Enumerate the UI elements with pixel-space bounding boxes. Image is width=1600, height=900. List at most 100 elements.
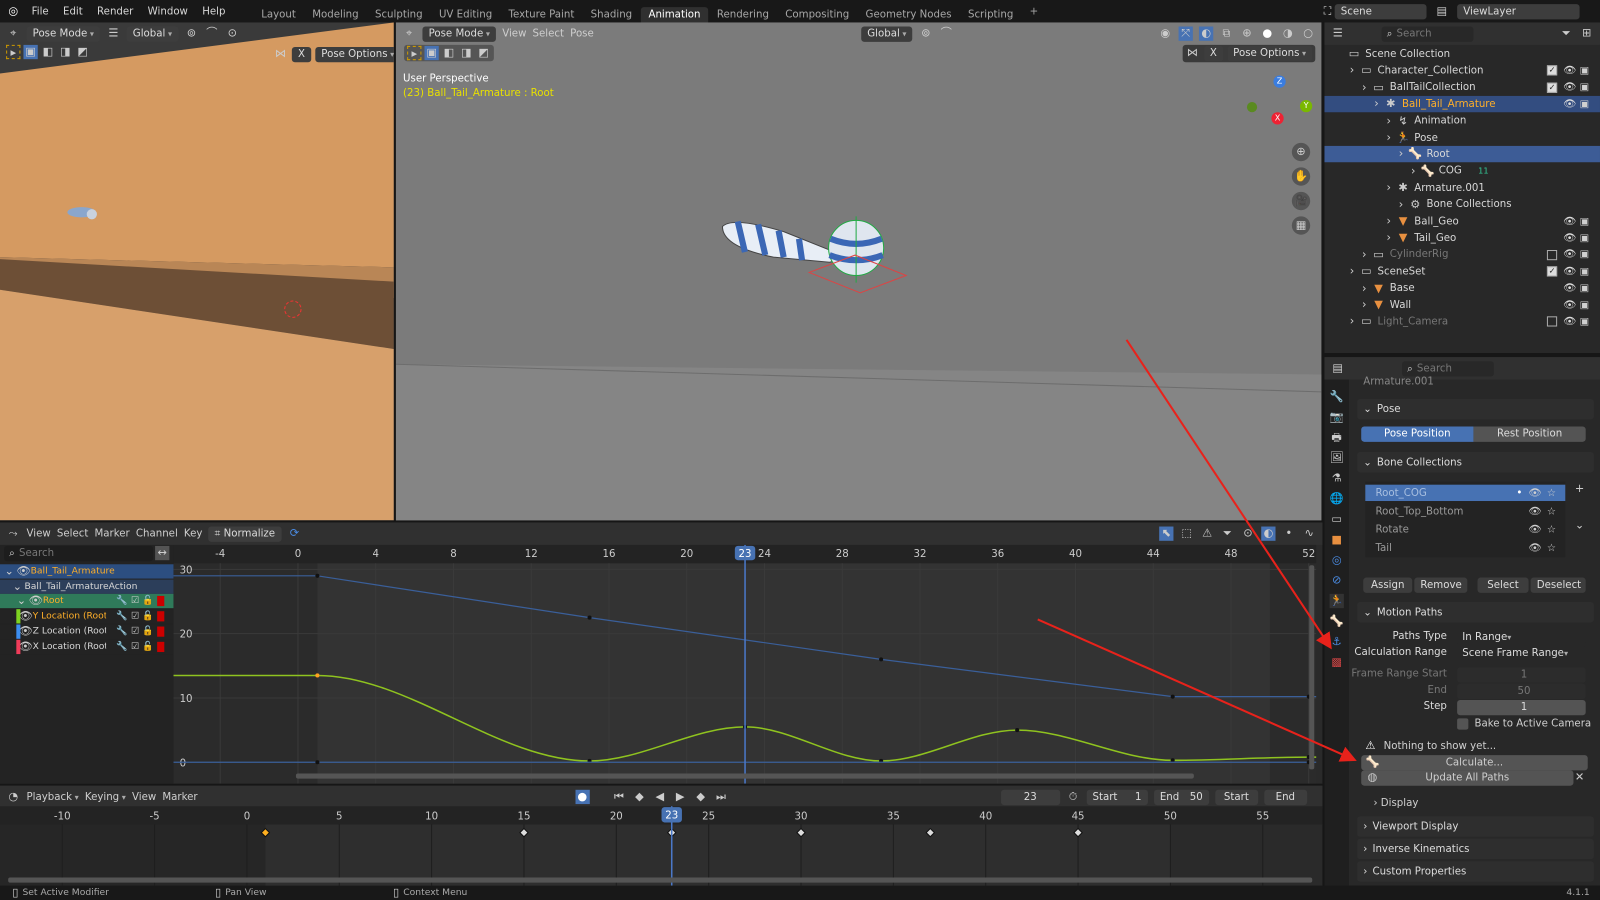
tool-tab-icon[interactable]: 🔧: [1330, 390, 1344, 404]
snap-icon[interactable]: ⌒: [939, 27, 953, 41]
proportional-icon[interactable]: ◐: [1261, 526, 1276, 541]
inverse-kinematics-panel-header[interactable]: › Inverse Kinematics: [1357, 838, 1594, 860]
view-layer-tab-icon[interactable]: 🖼: [1330, 451, 1344, 465]
outliner-row[interactable]: › ▼ Tail_Geo 👁 ▣: [1324, 230, 1600, 246]
overlay-toggle-icon[interactable]: ◐: [1198, 26, 1214, 41]
mode-selector[interactable]: Pose Mode: [422, 26, 497, 42]
expand-chevron-icon[interactable]: ›: [1382, 114, 1396, 128]
visibility-eye-icon[interactable]: 👁: [18, 639, 32, 653]
jump-start-icon[interactable]: ⏮: [612, 790, 626, 804]
pose-panel-header[interactable]: ⌄ Pose: [1357, 398, 1594, 420]
channel-fcurve[interactable]: 👁 X Location (Root) 🔧 ☑ 🔓: [0, 639, 174, 654]
mirror-x-toggle[interactable]: X: [291, 46, 312, 63]
visibility-eye-icon[interactable]: 👁: [18, 609, 32, 623]
channel-fcurve[interactable]: 👁 Z Location (Root) 🔧 ☑ 🔓: [0, 624, 174, 639]
expand-chevron-icon[interactable]: [1333, 47, 1347, 61]
select-new-icon[interactable]: ▣: [23, 44, 38, 60]
workspace-tab-layout[interactable]: Layout: [253, 7, 304, 22]
gizmo-axis-x[interactable]: X: [1271, 112, 1284, 125]
render-camera-icon[interactable]: ▣: [1580, 233, 1590, 244]
horizontal-scrollbar[interactable]: [295, 773, 1194, 779]
graph-menu-marker[interactable]: Marker: [94, 528, 129, 539]
bake-to-camera-checkbox[interactable]: [1457, 718, 1469, 730]
current-frame-field[interactable]: 23: [1000, 789, 1060, 805]
visibility-eye-icon[interactable]: 👁: [1563, 99, 1576, 110]
swap-filter-icon[interactable]: ↔: [155, 545, 170, 561]
graph-menu-channel[interactable]: Channel: [136, 528, 178, 539]
keyframe-point[interactable]: [1015, 728, 1020, 733]
mute-checkbox[interactable]: ☑: [131, 626, 139, 636]
gizmo-axis-z[interactable]: Z: [1273, 75, 1286, 88]
remove-button[interactable]: Remove: [1414, 577, 1468, 593]
expand-chevron-icon[interactable]: ⌄: [2, 564, 16, 578]
vertical-scrollbar[interactable]: [1309, 565, 1315, 770]
main-viewport[interactable]: ⌖ Pose Mode View Select Pose Global ⊚ ⌒ …: [395, 22, 1322, 521]
start-frame-field[interactable]: Start 1: [1086, 789, 1148, 805]
render-camera-icon[interactable]: ▣: [1580, 249, 1590, 260]
expand-chevron-icon[interactable]: ⌄: [14, 594, 28, 608]
calculate-paths-button[interactable]: 🦴 Calculate...: [1361, 755, 1588, 771]
bone-collection-item[interactable]: Tail 👁 ☆: [1365, 540, 1565, 556]
visibility-eye-icon[interactable]: 👁: [29, 594, 43, 608]
ortho-grid-icon[interactable]: ▦: [1291, 216, 1311, 235]
expand-chevron-icon[interactable]: ›: [1345, 315, 1359, 329]
bone-collection-item[interactable]: Root_COG • 👁 ☆: [1365, 484, 1566, 502]
menu-edit[interactable]: Edit: [56, 6, 90, 17]
expand-chevron-icon[interactable]: ›: [1394, 198, 1408, 212]
editor-type-icon[interactable]: ⌖: [402, 27, 416, 41]
visibility-eye-icon[interactable]: 👁: [1563, 316, 1576, 327]
expand-chevron-icon[interactable]: ›: [1382, 131, 1396, 145]
zoom-icon[interactable]: ⊕: [1291, 142, 1311, 162]
orientation-selector[interactable]: Global: [861, 26, 913, 42]
exclude-checkbox[interactable]: [1546, 249, 1558, 260]
gizmo-axis-y[interactable]: Y: [1299, 99, 1313, 113]
exclude-checkbox[interactable]: ✓: [1546, 266, 1558, 277]
hamburger-icon[interactable]: ☰: [106, 27, 120, 41]
timeline-marker-menu[interactable]: Marker: [162, 791, 197, 802]
pivot-icon[interactable]: ⊚: [184, 27, 198, 41]
keyframe-point[interactable]: [315, 673, 320, 678]
stopwatch-icon[interactable]: ⏱: [1066, 790, 1080, 804]
outliner-row[interactable]: › ▭ Light_Camera 👁 ▣: [1324, 314, 1600, 330]
bone-collection-item[interactable]: Rotate 👁 ☆: [1365, 521, 1565, 537]
visibility-eye-icon[interactable]: 👁: [1563, 82, 1576, 93]
workspace-tab-animation[interactable]: Animation: [640, 7, 709, 23]
lock-icon[interactable]: 🔓: [142, 596, 153, 606]
assign-button[interactable]: Assign: [1363, 577, 1413, 593]
solo-star-icon[interactable]: ☆: [1547, 524, 1556, 535]
render-camera-icon[interactable]: ▣: [1580, 82, 1590, 93]
next-keyframe-icon[interactable]: ◆: [694, 790, 708, 804]
graph-menu-view[interactable]: View: [27, 528, 51, 539]
menu-view[interactable]: View: [502, 28, 526, 39]
auto-normalize-icon[interactable]: ⟳: [287, 527, 301, 541]
solo-star-icon[interactable]: ☆: [1547, 506, 1556, 517]
only-selected-icon[interactable]: ⬉: [1159, 526, 1174, 541]
menu-pose[interactable]: Pose: [570, 28, 594, 39]
auto-keying-icon[interactable]: ●: [575, 789, 590, 805]
view-layer-selector[interactable]: ViewLayer: [1457, 3, 1580, 19]
render-camera-icon[interactable]: ▣: [1580, 266, 1590, 277]
menu-render[interactable]: Render: [90, 6, 141, 17]
jump-end-icon[interactable]: ⏭: [714, 790, 728, 804]
visibility-eye-icon[interactable]: 👁: [1529, 524, 1542, 535]
bone-tab-icon[interactable]: 🦴: [1330, 614, 1344, 628]
expand-chevron-icon[interactable]: ›: [1345, 64, 1359, 78]
update-all-paths-button[interactable]: ◍ Update All Paths: [1361, 770, 1574, 786]
bone-collection-menu-icon[interactable]: ⌄: [1572, 518, 1586, 532]
workspace-tab-rendering[interactable]: Rendering: [709, 7, 777, 22]
material-shading-icon[interactable]: ◑: [1281, 27, 1295, 41]
add-bone-collection-icon[interactable]: +: [1572, 482, 1586, 496]
outliner-row[interactable]: › 🦴 Root: [1324, 146, 1600, 163]
visibility-eye-icon[interactable]: 👁: [1563, 65, 1576, 76]
camera-view-icon[interactable]: 🎥: [1291, 191, 1311, 211]
expand-chevron-icon[interactable]: ›: [1394, 147, 1408, 161]
keyframe-point[interactable]: [587, 615, 592, 620]
normalize-toggle[interactable]: ⌗ Normalize: [208, 526, 282, 542]
exclude-checkbox[interactable]: ✓: [1546, 65, 1558, 76]
expand-chevron-icon[interactable]: ›: [1357, 298, 1371, 312]
visibility-eye-icon[interactable]: 👁: [1529, 542, 1542, 553]
snap-icon[interactable]: ⌒: [205, 27, 219, 41]
collection-tab-icon[interactable]: ▭: [1330, 512, 1344, 526]
render-camera-icon[interactable]: ▣: [1580, 65, 1590, 76]
outliner-row[interactable]: › ▭ BallTailCollection ✓ 👁 ▣: [1324, 79, 1600, 95]
